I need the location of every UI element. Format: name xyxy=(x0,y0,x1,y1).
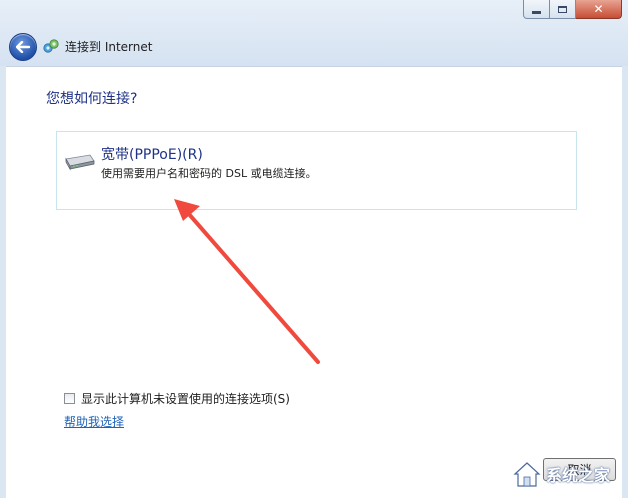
watermark-house-icon xyxy=(513,462,541,487)
watermark-logo: 系统之家 xyxy=(512,452,626,496)
watermark-text: 系统之家 xyxy=(546,466,611,485)
annotation-arrow xyxy=(174,199,320,364)
connect-to-internet-window: ✕ 连接到 Internet 您想如何连接? 宽带(PPPoE)(R) 使用需要… xyxy=(0,0,628,499)
